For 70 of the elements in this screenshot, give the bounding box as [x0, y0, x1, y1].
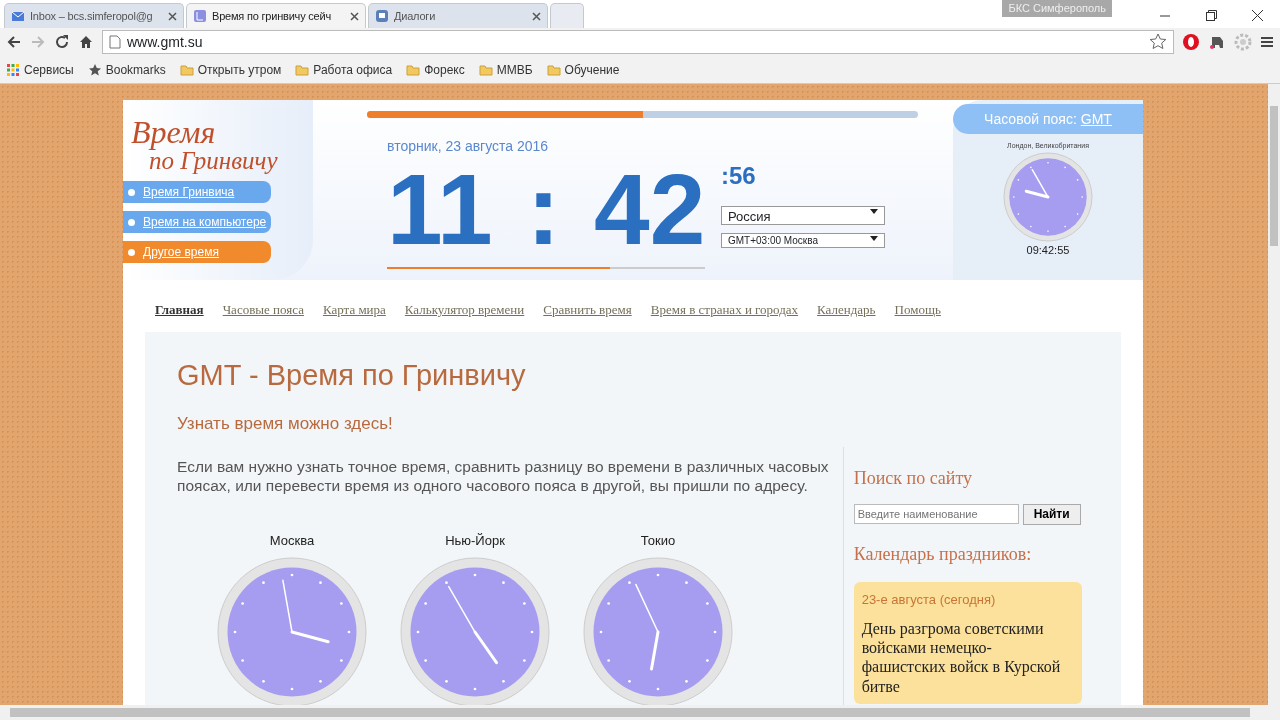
city-label: Токио [639, 532, 677, 551]
clock-time: 09:42:55 [1025, 242, 1071, 258]
bookmark[interactable]: ММВБ [478, 60, 533, 79]
star-icon[interactable] [1149, 33, 1167, 51]
nav-link[interactable]: Время в странах и городах [650, 300, 799, 320]
timezone-header: Часовой пояс: GMT [953, 104, 1143, 134]
reload-icon[interactable] [54, 34, 70, 50]
intro-paragraph: Если вам нужно узнать точное время, сравнить разницу во времени в различных часовых поясах, или перевести время из одного часового пояса в другой, вы пришли по адресу. [177, 456, 830, 496]
url-text: www.gmt.su [127, 32, 204, 52]
folder-icon [406, 62, 421, 77]
minutes-text: 42 [594, 159, 706, 259]
browser-tab[interactable]: Диалоги [368, 3, 548, 28]
folder-icon [478, 62, 493, 77]
star-icon [87, 62, 102, 77]
caret-icon [870, 207, 878, 215]
mail-icon [11, 9, 25, 23]
bookmark[interactable]: Обучение [546, 60, 620, 79]
nav-link[interactable]: Карта мира [322, 300, 386, 320]
timezone-select[interactable]: GMT+03:00 Москва [721, 233, 885, 248]
nav-link[interactable]: Сравнить время [543, 300, 632, 320]
city-label: Нью-Йорк [444, 532, 506, 551]
back-icon[interactable] [6, 34, 22, 50]
date-text: вторник, 23 августа 2016 [387, 137, 550, 156]
nav-link[interactable]: Главная [155, 300, 204, 320]
close-icon[interactable] [1251, 9, 1263, 21]
city-label: Москва [268, 532, 316, 551]
seconds-text: :56 [721, 161, 757, 191]
apps-icon [6, 62, 20, 77]
folder-icon [179, 62, 194, 77]
chat-icon [375, 9, 389, 23]
restore-icon[interactable] [1205, 9, 1217, 21]
country-select[interactable]: Россия [721, 206, 885, 225]
folder-icon [546, 62, 561, 77]
section-title: Поиск по сайту [853, 466, 974, 490]
caret-icon [870, 234, 878, 242]
bookmark[interactable]: Работа офиса [295, 60, 393, 79]
bullet-icon [128, 249, 135, 256]
bullet-icon [128, 189, 135, 196]
close-icon[interactable] [168, 11, 177, 21]
hours-text: 11 [387, 159, 493, 259]
nav-link[interactable]: Помощь [894, 300, 941, 320]
search-field[interactable]: Введите наименование [853, 503, 1019, 524]
bookmark[interactable]: Открыть утром [179, 60, 282, 79]
address-bar[interactable]: www.gmt.su [102, 30, 1174, 54]
page-subtitle: Узнать время можно здесь! [177, 413, 394, 435]
page-icon [109, 35, 121, 49]
close-icon[interactable] [350, 11, 359, 21]
page-title: GMT - Время по Гринвичу [177, 357, 527, 393]
search-button[interactable]: Найти [1022, 503, 1081, 525]
holiday-date: 23-е августа (сегодня) [861, 590, 997, 609]
bookmark[interactable]: Форекс [406, 60, 465, 79]
folder-icon [295, 62, 310, 77]
logo-text[interactable]: Время [123, 116, 313, 148]
nav-link[interactable]: Калькулятор времени [404, 300, 525, 320]
separator-text: : [526, 159, 561, 259]
nav-link[interactable]: Часовые пояса [222, 300, 304, 320]
browser-tab[interactable]: Inbox – bcs.simferopol@g [4, 3, 184, 28]
close-icon[interactable] [532, 11, 541, 21]
home-icon[interactable] [78, 34, 94, 50]
section-title: Календарь праздников: [853, 542, 1033, 566]
bullet-icon [128, 219, 135, 226]
bookmark[interactable]: Bookmarks [87, 60, 166, 79]
browser-tab[interactable]: Время по гринвичу сейч [186, 3, 366, 28]
holiday-text: День разгрома советскими войсками немецко-фашистских войск в Курской битве [861, 619, 1062, 696]
scrollbar-thumb[interactable] [10, 708, 1250, 717]
menu-icon[interactable] [1260, 35, 1274, 49]
bookmark[interactable]: Сервисы [6, 60, 74, 79]
scrollbar-thumb[interactable] [1270, 106, 1278, 246]
nav-link[interactable]: Календарь [817, 300, 876, 320]
document-icon [193, 9, 207, 23]
